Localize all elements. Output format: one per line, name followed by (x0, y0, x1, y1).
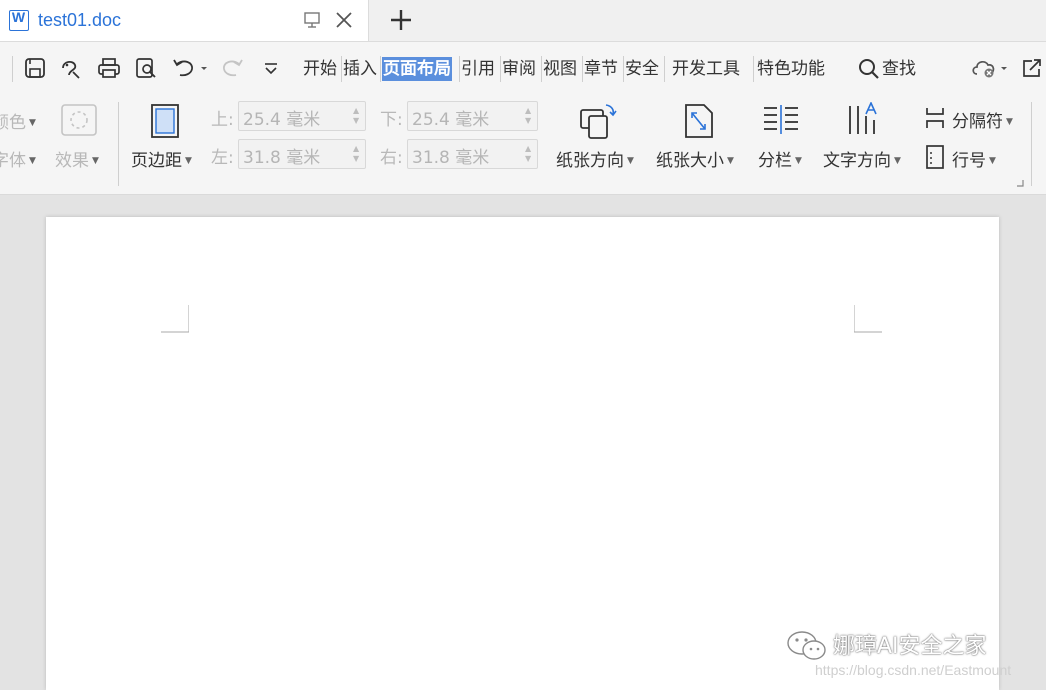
theme-effects-button[interactable]: 效果 ▼ (55, 146, 99, 171)
spinner[interactable]: ▲ ▼ (525, 144, 533, 164)
margin-top-label: 上: (211, 110, 234, 130)
undo-icon[interactable] (171, 56, 211, 80)
margins-button[interactable]: 页边距 ▼ (131, 146, 192, 171)
tab-title: test01.doc (38, 10, 122, 30)
customize-toolbar-icon[interactable] (259, 56, 283, 80)
menu-developer-tools[interactable]: 开发工具 (672, 57, 740, 81)
separator (380, 56, 381, 82)
document-page[interactable] (46, 217, 999, 690)
save-icon[interactable] (23, 56, 47, 80)
page-setup-dialog-launcher-icon[interactable] (1015, 178, 1025, 188)
margin-corner-mark (854, 305, 882, 333)
menu-page-layout[interactable]: 页面布局 (382, 57, 452, 81)
margin-right-input[interactable]: 31.8 毫米 ▲ ▼ (407, 139, 538, 169)
breaks-button[interactable]: 分隔符 ▼ (952, 107, 1013, 132)
search-icon[interactable] (857, 57, 881, 81)
text-direction-button[interactable]: 文字方向 ▼ (823, 146, 901, 171)
paper-size-icon (685, 104, 713, 138)
margin-right-label: 右: (380, 148, 403, 168)
separator (500, 56, 501, 82)
print-preview-icon[interactable] (134, 56, 158, 80)
menu-special-features[interactable]: 特色功能 (757, 57, 825, 81)
spinner[interactable]: ▲ ▼ (525, 106, 533, 126)
separator (582, 56, 583, 82)
line-numbers-icon (926, 145, 944, 169)
group-separator (118, 102, 119, 186)
margin-corner-mark (161, 305, 189, 333)
separator (664, 56, 665, 82)
close-tab-icon[interactable] (333, 9, 355, 31)
separator (623, 56, 624, 82)
margin-bottom-label: 下: (380, 110, 403, 130)
pin-window-icon[interactable] (303, 11, 321, 29)
menu-review[interactable]: 审阅 (502, 57, 536, 81)
search-label[interactable]: 查找 (882, 57, 916, 81)
watermark-url: https://blog.csdn.net/Eastmount (815, 662, 1012, 678)
ribbon-page-layout: 颜色 ▼ 字体 ▼ 效果 ▼ 页边距 ▼ 上: 25.4 毫米 ▲ ▼ 下: 25.4 毫… (0, 94, 1046, 195)
theme-font-button[interactable]: 字体 ▼ (0, 146, 36, 171)
wechat-icon (787, 631, 826, 660)
separator (541, 56, 542, 82)
breaks-icon (926, 108, 944, 128)
page-orientation-button[interactable]: 纸张方向 ▼ (556, 146, 634, 171)
columns-button[interactable]: 分栏 ▼ (758, 146, 802, 171)
separator (341, 56, 342, 82)
paper-size-button[interactable]: 纸张大小 ▼ (656, 146, 734, 171)
margin-bottom-input[interactable]: 25.4 毫米 ▲ ▼ (407, 101, 538, 131)
menu-insert[interactable]: 插入 (343, 57, 377, 81)
margins-icon (151, 104, 179, 138)
theme-effects-icon (61, 104, 97, 136)
menu-bar: 开始 插入 页面布局 引用 审阅 视图 章节 安全 开发工具 特色功能 查找 (0, 42, 1046, 94)
group-separator (1031, 102, 1032, 186)
watermark-title: 娜璋AI安全之家 (833, 634, 987, 659)
columns-icon (764, 105, 798, 134)
spinner[interactable]: ▲ ▼ (353, 106, 361, 126)
print-icon[interactable] (97, 56, 121, 80)
cloud-sync-icon[interactable] (971, 56, 1011, 80)
wps-writer-icon: W (9, 9, 29, 31)
tab-bar: W test01.doc (0, 0, 1046, 42)
new-tab-icon[interactable] (388, 7, 414, 33)
menu-chapter[interactable]: 章节 (584, 57, 618, 81)
share-icon[interactable] (1020, 56, 1044, 80)
margin-left-input[interactable]: 31.8 毫米 ▲ ▼ (238, 139, 366, 169)
margin-left-label: 左: (211, 148, 234, 168)
theme-color-button[interactable]: 颜色 ▼ (0, 108, 36, 133)
format-painter-icon[interactable] (59, 56, 83, 80)
separator (12, 56, 13, 82)
separator (459, 56, 460, 82)
document-tab[interactable]: W test01.doc (0, 0, 369, 41)
margin-top-input[interactable]: 25.4 毫米 ▲ ▼ (238, 101, 366, 131)
page-orientation-icon (580, 104, 617, 139)
line-numbers-button[interactable]: 行号 ▼ (952, 146, 996, 171)
menu-security[interactable]: 安全 (625, 57, 659, 81)
menu-references[interactable]: 引用 (461, 57, 495, 81)
spinner[interactable]: ▲ ▼ (353, 144, 361, 164)
menu-home[interactable]: 开始 (303, 57, 337, 81)
separator (753, 56, 754, 82)
menu-view[interactable]: 视图 (543, 57, 577, 81)
redo-icon[interactable] (221, 56, 245, 80)
text-direction-icon (849, 102, 877, 134)
watermark: 娜璋AI安全之家 https://blog.csdn.net/Eastmount (785, 628, 1035, 688)
